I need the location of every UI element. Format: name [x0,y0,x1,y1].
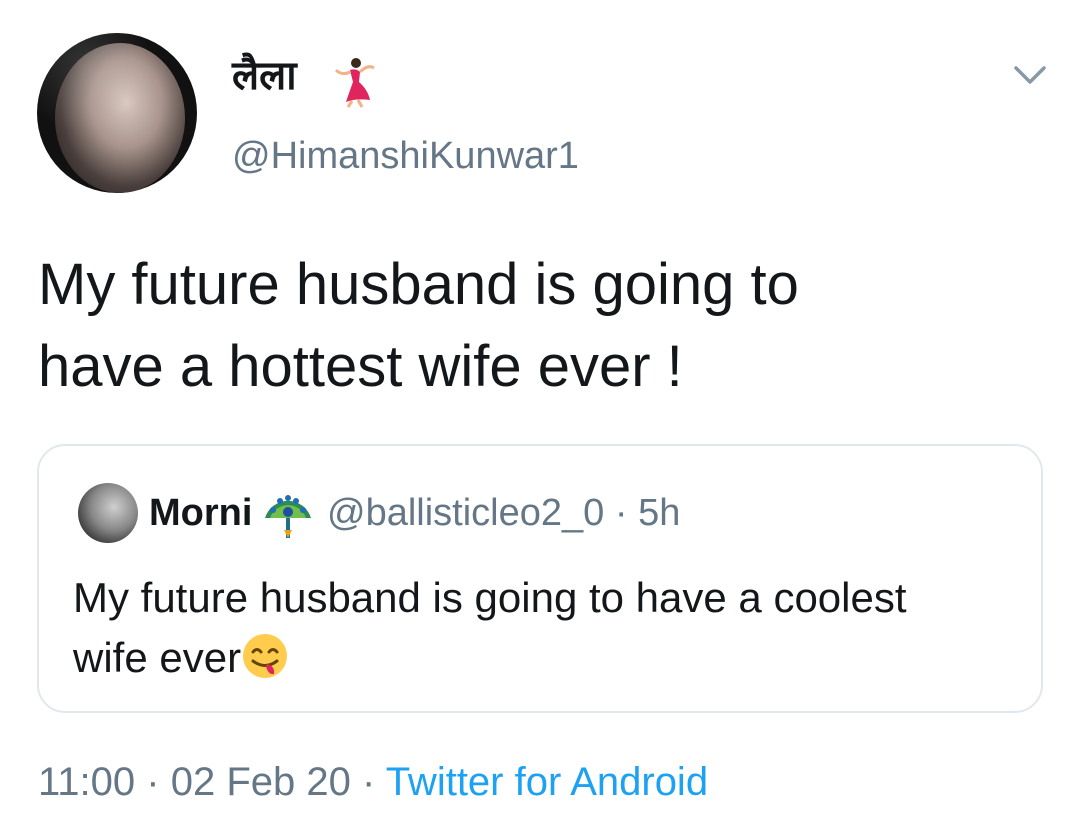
footer-separator: · [146,760,160,804]
quoted-text-line: My future husband is going to have a coo… [73,574,907,621]
tweet-author-avatar[interactable] [37,33,197,193]
tweet-footer: 11:00 · 02 Feb 20 · Twitter for Android [38,756,708,808]
quoted-handle: @ballisticleo2_0 [327,492,605,534]
tweet-source-link[interactable]: Twitter for Android [386,760,708,804]
peacock-emoji-icon [265,495,311,538]
tweet-date[interactable]: 02 Feb 20 [171,760,351,804]
tweet-text-line: have a hottest wife ever ! [38,334,683,399]
quoted-time-ago: 5h [638,492,681,534]
quoted-author-avatar [78,483,138,543]
footer-separator: · [361,760,376,804]
tweet-time[interactable]: 11:00 [38,760,135,804]
quoted-display-name: Morni [149,492,253,534]
quoted-text-line2: wife ever [73,634,242,681]
tweet-text-line: My future husband is going to [38,252,799,317]
quoted-meta: @ballisticleo2_0 · 5h [327,491,680,535]
dancer-emoji-icon [334,58,375,108]
yum-face-emoji-icon [243,634,288,678]
quoted-tweet-text: My future husband is going to have a coo… [73,568,1013,688]
chevron-down-icon[interactable] [1012,60,1048,90]
tweet-handle[interactable]: @HimanshiKunwar1 [232,134,579,178]
tweet-display-name[interactable]: लैला [232,48,297,104]
quoted-tweet-card[interactable]: Morni @ballisticleo2_0 · 5h My future hu… [37,444,1043,713]
quoted-text-line: wife ever [73,628,1013,688]
tweet-text: My future husband is going to have a hot… [38,244,1038,408]
meta-separator: · [614,492,628,534]
